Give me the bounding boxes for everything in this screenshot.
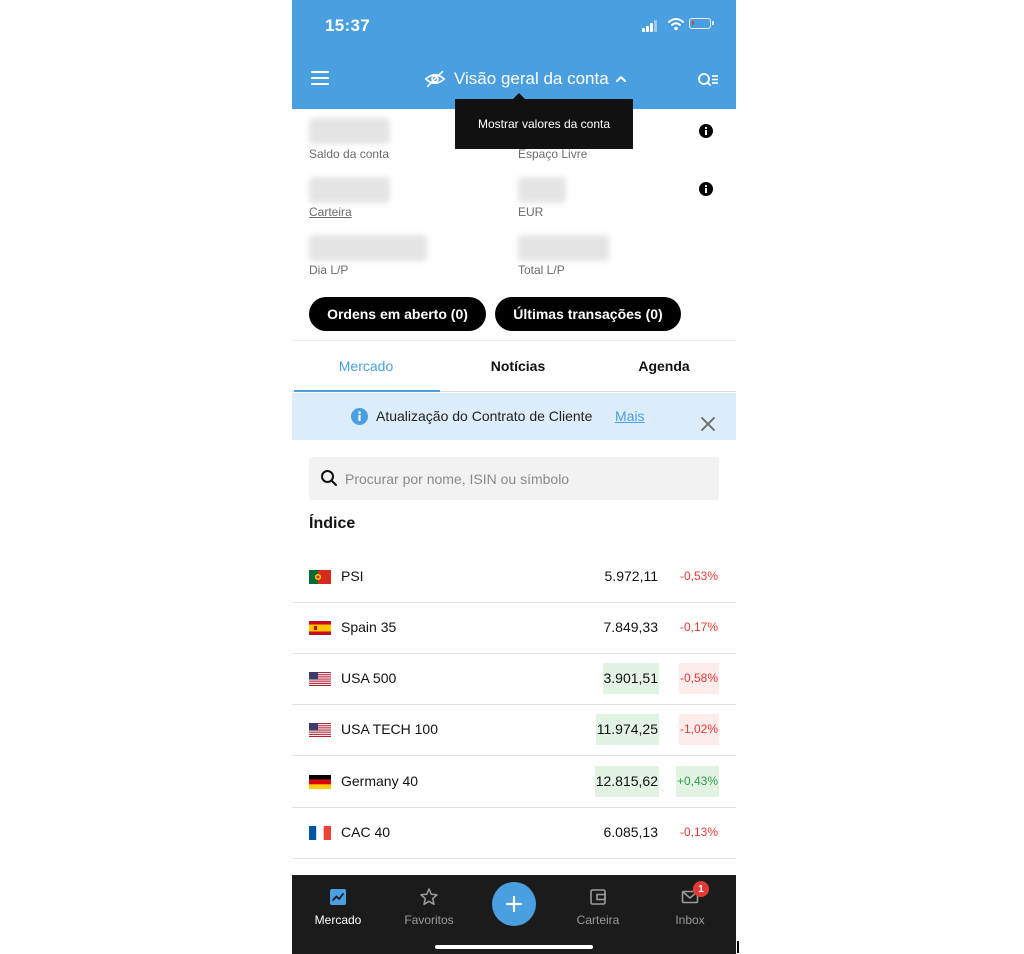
index-row[interactable]: USA TECH 100 11.974,25 -1,02% (292, 705, 736, 756)
index-change: -1,02% (678, 714, 719, 745)
index-value: 12.815,62 (594, 766, 659, 797)
nav-label: Favoritos (404, 913, 454, 927)
free-space-label: Espaço Livre (518, 147, 588, 161)
index-name: Spain 35 (341, 619, 397, 635)
nav-label: Carteira (576, 913, 620, 927)
tab-market[interactable]: Mercado (292, 341, 440, 392)
index-value: 5.972,11 (604, 568, 658, 584)
eye-off-icon (424, 70, 446, 88)
day-pl-label: Dia L/P (309, 263, 349, 277)
tab-bar: Mercado Notícias Agenda (292, 340, 736, 392)
status-time: 15:37 (325, 16, 370, 35)
index-change: -0,13% (679, 825, 718, 839)
battery-icon (689, 18, 714, 29)
tab-agenda[interactable]: Agenda (590, 341, 736, 391)
star-icon (420, 888, 438, 906)
index-name: CAC 40 (341, 824, 391, 840)
index-value: 3.901,51 (602, 663, 659, 694)
index-name: USA 500 (341, 670, 397, 686)
france-flag-icon (309, 826, 331, 840)
home-indicator (435, 945, 593, 949)
wifi-icon (668, 18, 684, 31)
index-change: -0,58% (678, 663, 719, 694)
account-overview-toggle[interactable]: Visão geral da conta (424, 66, 627, 92)
index-row[interactable]: CAC 40 6.085,13 -0,13% (292, 808, 736, 859)
index-row[interactable]: Germany 40 12.815,62 +0,43% (292, 757, 736, 808)
currency-label: EUR (518, 205, 544, 219)
index-name: USA TECH 100 (341, 721, 439, 737)
nav-inbox[interactable]: Inbox (650, 887, 730, 933)
banner-more-link[interactable]: Mais (615, 408, 645, 424)
info-icon[interactable] (699, 182, 713, 196)
index-row[interactable]: Spain 35 7.849,33 -0,17% (292, 603, 736, 654)
index-change: -0,53% (679, 569, 718, 583)
index-name: Germany 40 (341, 773, 419, 789)
index-name: PSI (341, 568, 364, 584)
chart-icon (330, 889, 346, 905)
info-icon[interactable] (699, 124, 713, 138)
usa-flag-icon (309, 723, 331, 737)
portfolio-value-hidden (309, 177, 390, 203)
banner-text: Atualização do Contrato de Cliente (376, 408, 593, 424)
inbox-badge: 1 (693, 881, 709, 897)
day-pl-value-hidden (309, 235, 427, 261)
usa-flag-icon (309, 672, 331, 686)
index-change: -0,17% (679, 620, 718, 634)
germany-flag-icon (309, 775, 331, 789)
total-pl-label: Total L/P (518, 263, 565, 277)
last-transactions-button[interactable]: Últimas transações (0) (495, 297, 681, 331)
open-orders-button[interactable]: Ordens em aberto (0) (309, 297, 486, 331)
search-icon (321, 470, 337, 486)
tab-news[interactable]: Notícias (444, 341, 592, 391)
nav-label: Mercado (314, 913, 362, 927)
index-value: 6.085,13 (603, 824, 659, 840)
section-title: Índice (309, 515, 356, 532)
balance-label: Saldo da conta (309, 147, 390, 161)
balance-value-hidden (309, 118, 390, 144)
search-box (309, 457, 719, 500)
nav-market[interactable]: Mercado (298, 887, 378, 933)
portugal-flag-icon (309, 570, 331, 584)
total-pl-value-hidden (518, 235, 609, 261)
nav-label: Inbox (675, 913, 705, 927)
index-value: 7.849,33 (603, 619, 659, 635)
add-button[interactable] (492, 882, 536, 926)
currency-value-hidden (518, 177, 566, 203)
wallet-icon (590, 889, 606, 905)
contract-update-banner: Atualização do Contrato de Cliente Mais (292, 393, 736, 440)
phone-screen: 15:37 Visão geral da conta Mostrar valor… (292, 0, 736, 954)
index-row[interactable]: USA 500 3.901,51 -0,58% (292, 654, 736, 705)
menu-button[interactable] (311, 70, 329, 86)
portfolio-link[interactable]: Carteira (309, 205, 352, 219)
index-row[interactable]: PSI 5.972,11 -0,53% (292, 552, 736, 603)
chevron-up-icon (615, 76, 626, 82)
index-change: +0,43% (675, 766, 719, 797)
signal-icon (642, 20, 658, 32)
spain-flag-icon (309, 621, 331, 635)
nav-favorites[interactable]: Favoritos (389, 887, 469, 933)
page-title: Visão geral da conta (454, 69, 609, 88)
search-list-icon[interactable] (697, 70, 719, 90)
nav-portfolio[interactable]: Carteira (558, 887, 638, 933)
close-icon[interactable] (700, 416, 716, 432)
info-icon (351, 408, 368, 425)
plus-icon (505, 895, 523, 913)
search-input[interactable] (345, 457, 705, 500)
show-values-tooltip: Mostrar valores da conta (455, 93, 633, 149)
index-value: 11.974,25 (595, 714, 659, 745)
text-cursor-mark (737, 941, 739, 953)
